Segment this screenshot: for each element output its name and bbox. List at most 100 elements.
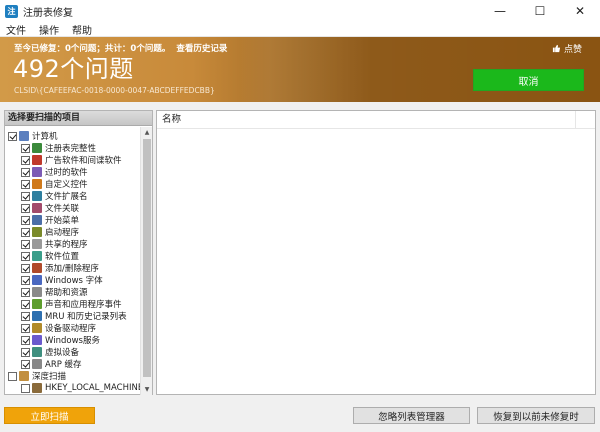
scan-item-row[interactable]: 帮助和资源: [21, 286, 88, 298]
scan-item-label: 声音和应用程序事件: [45, 300, 122, 310]
ignore-list-button[interactable]: 忽略列表管理器: [353, 407, 470, 424]
cancel-button[interactable]: 取消: [473, 69, 584, 91]
sound-icon: [32, 299, 42, 309]
scan-item-label: 添加/删除程序: [45, 264, 99, 274]
scroll-thumb[interactable]: [143, 139, 151, 377]
scan-item-checkbox[interactable]: [21, 155, 30, 165]
scan-item-checkbox[interactable]: [21, 179, 30, 189]
scan-item-checkbox[interactable]: [21, 203, 30, 213]
scan-item-row[interactable]: 启动程序: [21, 226, 79, 238]
restore-button[interactable]: 恢复到以前未修复时: [477, 407, 595, 424]
tree-scrollbar[interactable]: ▲ ▼: [140, 127, 152, 395]
scan-item-label: 过时的软件: [45, 168, 88, 178]
scan-item-checkbox[interactable]: [21, 167, 30, 177]
location-icon: [32, 251, 42, 261]
menu-action[interactable]: 操作: [33, 22, 66, 37]
scroll-down-arrow-icon[interactable]: ▼: [141, 384, 153, 395]
summary-text: 至今已修复：0个问题；共计：0个问题。: [14, 44, 171, 54]
scan-item-label: 帮助和资源: [45, 288, 88, 298]
close-button[interactable]: ✕: [560, 0, 600, 22]
scan-item-checkbox[interactable]: [21, 191, 30, 201]
scan-item-row[interactable]: Windows 字体: [21, 274, 103, 286]
file-ext-icon: [32, 191, 42, 201]
computer-icon: [19, 131, 29, 141]
scan-item-row[interactable]: 计算机: [8, 130, 58, 142]
column-name-header[interactable]: 名称: [157, 110, 576, 129]
scan-item-row[interactable]: MRU 和历史记录列表: [21, 310, 127, 322]
scan-item-row[interactable]: Windows服务: [21, 334, 100, 346]
scan-item-checkbox[interactable]: [21, 287, 30, 297]
scan-item-checkbox[interactable]: [21, 251, 30, 261]
scan-item-checkbox[interactable]: [21, 383, 30, 393]
like-label: 点赞: [563, 45, 582, 55]
scan-item-label: MRU 和历史记录列表: [45, 312, 127, 322]
scan-item-label: Windows服务: [45, 336, 100, 346]
scan-item-label: 注册表完整性: [45, 144, 97, 154]
virtual-device-icon: [32, 347, 42, 357]
menu-bar: 文件 操作 帮助: [0, 22, 600, 37]
scan-item-row[interactable]: 深度扫描: [8, 370, 66, 382]
scan-item-checkbox[interactable]: [21, 335, 30, 345]
scroll-up-arrow-icon[interactable]: ▲: [141, 127, 153, 138]
file-assoc-icon: [32, 203, 42, 213]
scan-items-tree: 计算机注册表完整性广告软件和间谍软件 过时的软件 自定义控件文件扩展名文件关联 开始菜…: [5, 127, 141, 394]
scan-item-checkbox[interactable]: [21, 359, 30, 369]
scan-item-label: 深度扫描: [32, 372, 67, 382]
scan-item-label: 文件扩展名: [45, 192, 88, 202]
maximize-button[interactable]: ☐: [520, 0, 560, 22]
scan-item-row[interactable]: 添加/删除程序: [21, 262, 99, 274]
scan-item-checkbox[interactable]: [8, 131, 17, 141]
scan-item-checkbox[interactable]: [21, 311, 30, 321]
minimize-button[interactable]: —: [480, 0, 520, 22]
scan-item-label: 广告软件和间谍软件: [45, 156, 122, 166]
like-button[interactable]: 点赞: [552, 42, 582, 55]
scan-item-label: 软件位置: [45, 252, 80, 262]
scan-item-row[interactable]: 文件扩展名: [21, 190, 88, 202]
scan-item-row[interactable]: HKEY_LOCAL_MACHINE: [21, 382, 141, 394]
scan-item-row[interactable]: ARP 缓存: [21, 358, 82, 370]
menu-file[interactable]: 文件: [0, 22, 33, 37]
scan-item-checkbox[interactable]: [21, 263, 30, 273]
scan-item-label: 文件关联: [45, 204, 80, 214]
software-icon: [32, 167, 42, 177]
scan-item-checkbox[interactable]: [21, 275, 30, 285]
scan-item-label: ARP 缓存: [45, 360, 82, 370]
scan-item-checkbox[interactable]: [21, 215, 30, 225]
scan-item-row[interactable]: 注册表完整性: [21, 142, 96, 154]
scan-items-header: 选择要扫描的项目: [5, 111, 152, 126]
driver-icon: [32, 323, 42, 333]
scan-item-label: 启动程序: [45, 228, 80, 238]
window-title: 注册表修复: [23, 7, 73, 19]
help-icon: [32, 287, 42, 297]
adware-icon: [32, 155, 42, 165]
window-controls: — ☐ ✕: [480, 0, 600, 22]
results-header: 名称: [157, 110, 595, 129]
fix-summary: 至今已修复：0个问题；共计：0个问题。 查看历史记录: [14, 42, 227, 54]
scan-item-checkbox[interactable]: [21, 239, 30, 249]
scan-item-row[interactable]: 广告软件和间谍软件: [21, 154, 122, 166]
scan-item-checkbox[interactable]: [21, 143, 30, 153]
title-bar: 注 注册表修复 — ☐ ✕: [0, 0, 600, 22]
scan-item-row[interactable]: 过时的软件: [21, 166, 88, 178]
scan-item-row[interactable]: 虚拟设备: [21, 346, 79, 358]
problem-count: 492个问题: [13, 55, 134, 83]
scan-item-row[interactable]: 文件关联: [21, 202, 79, 214]
scan-item-checkbox[interactable]: [21, 347, 30, 357]
scan-item-row[interactable]: 设备驱动程序: [21, 322, 96, 334]
app-icon: 注: [5, 4, 18, 18]
scan-item-checkbox[interactable]: [21, 299, 30, 309]
scan-item-checkbox[interactable]: [8, 371, 17, 381]
scan-item-row[interactable]: 共享的程序: [21, 238, 88, 250]
menu-help[interactable]: 帮助: [66, 22, 99, 37]
scan-item-row[interactable]: 自定义控件: [21, 178, 88, 190]
history-link[interactable]: 查看历史记录: [176, 44, 227, 54]
scan-item-checkbox[interactable]: [21, 323, 30, 333]
scan-banner: 至今已修复：0个问题；共计：0个问题。 查看历史记录 492个问题 CLSID\{…: [0, 37, 600, 102]
scan-item-row[interactable]: 声音和应用程序事件: [21, 298, 122, 310]
scan-now-button[interactable]: 立即扫描: [4, 407, 95, 424]
scan-item-row[interactable]: 开始菜单: [21, 214, 79, 226]
mru-icon: [32, 311, 42, 321]
hklm-icon: [32, 383, 42, 393]
scan-item-row[interactable]: 软件位置: [21, 250, 79, 262]
scan-item-checkbox[interactable]: [21, 227, 30, 237]
